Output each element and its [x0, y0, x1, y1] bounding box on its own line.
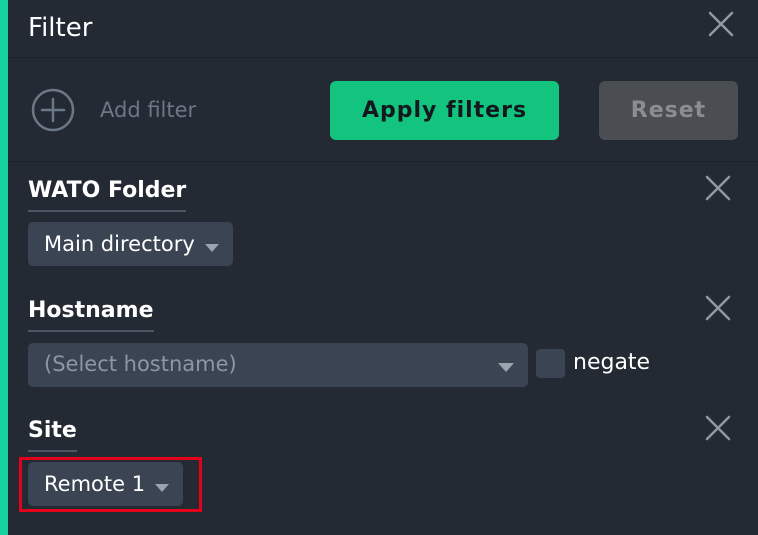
- panel-title: Filter: [28, 13, 93, 43]
- site-title: Site: [28, 416, 77, 452]
- header-divider: [8, 57, 758, 58]
- add-filter-link[interactable]: Add filter: [100, 95, 196, 125]
- wato-folder-dropdown[interactable]: Main directory: [28, 222, 233, 266]
- add-filter-icon[interactable]: [31, 88, 75, 132]
- panel-accent-bar: [0, 0, 8, 535]
- negate-checkbox[interactable]: [536, 349, 565, 378]
- wato-folder-selected: Main directory: [44, 232, 195, 256]
- remove-wato-folder-filter-icon[interactable]: [703, 173, 733, 203]
- reset-button[interactable]: Reset: [599, 81, 738, 140]
- hostname-title: Hostname: [28, 296, 154, 332]
- hostname-placeholder: (Select hostname): [44, 352, 237, 376]
- filter-panel: Filter Add filter Apply filters Reset WA…: [0, 0, 758, 535]
- highlight-box: [19, 457, 202, 512]
- remove-site-filter-icon[interactable]: [703, 413, 733, 443]
- chevron-down-icon: [204, 244, 219, 252]
- toolbar-divider: [8, 161, 758, 162]
- wato-folder-title: WATO Folder: [28, 176, 187, 212]
- remove-hostname-filter-icon[interactable]: [703, 293, 733, 323]
- close-panel-icon[interactable]: [706, 9, 736, 39]
- hostname-select[interactable]: (Select hostname): [28, 343, 528, 387]
- negate-label: negate: [573, 350, 651, 375]
- chevron-down-icon: [498, 363, 514, 372]
- apply-filters-button[interactable]: Apply filters: [330, 81, 559, 140]
